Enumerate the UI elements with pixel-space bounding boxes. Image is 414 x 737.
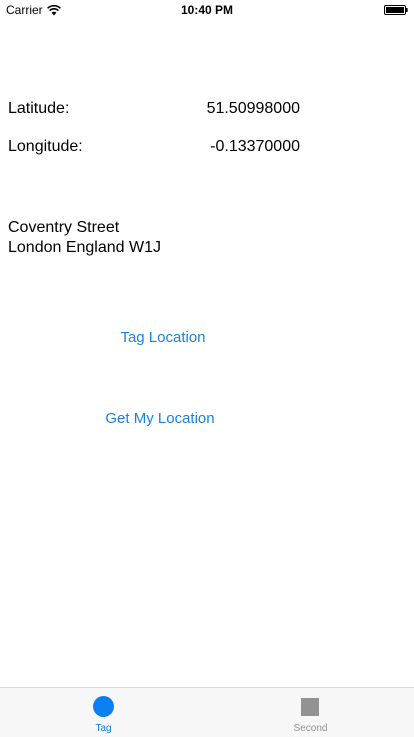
get-my-location-button[interactable]: Get My Location: [90, 408, 230, 428]
tag-location-button[interactable]: Tag Location: [100, 327, 226, 347]
latitude-value: 51.50998000: [206, 100, 300, 117]
longitude-row: Longitude: -0.13370000: [8, 138, 406, 160]
tab-bar: Tag Second: [0, 687, 414, 737]
latitude-row: Latitude: 51.50998000: [8, 100, 406, 122]
address-line-2: London England W1J: [8, 239, 161, 256]
latitude-label: Latitude:: [8, 100, 70, 117]
longitude-value: -0.13370000: [210, 138, 300, 155]
tab-tag[interactable]: Tag: [0, 688, 207, 737]
tab-second-label: Second: [293, 723, 328, 734]
tab-second[interactable]: Second: [207, 688, 414, 737]
address-line-1: Coventry Street: [8, 219, 120, 236]
tab-tag-label: Tag: [95, 723, 112, 734]
square-icon: [301, 698, 319, 716]
status-bar: Carrier 10:40 PM: [0, 0, 414, 20]
circle-icon: [93, 696, 114, 717]
battery-full-icon: [384, 5, 408, 15]
longitude-label: Longitude:: [8, 138, 83, 155]
status-time: 10:40 PM: [180, 3, 234, 17]
address-label: Coventry Street London England W1J: [8, 218, 161, 258]
